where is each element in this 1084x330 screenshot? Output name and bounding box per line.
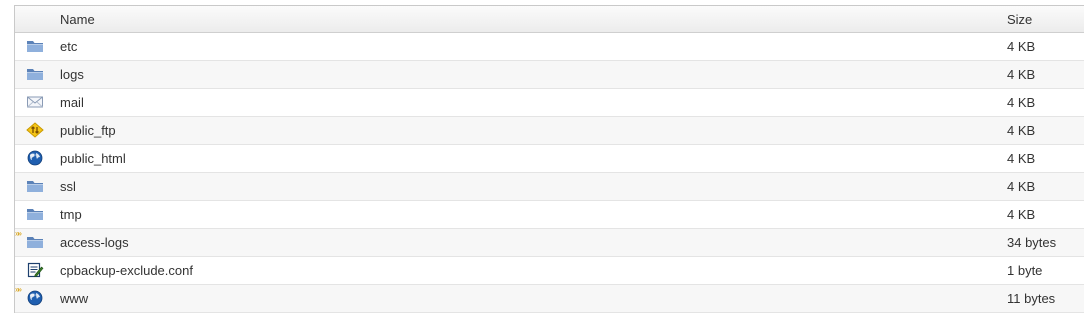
folder-icon: [26, 66, 44, 82]
table-row[interactable]: »» www 11 bytes: [15, 285, 1084, 313]
column-header-size[interactable]: Size: [1007, 12, 1032, 27]
symlink-icon: »»: [15, 285, 22, 294]
file-name[interactable]: public_html: [60, 151, 126, 166]
file-size: 34 bytes: [1007, 235, 1057, 250]
folder-icon: [26, 178, 44, 194]
folder-icon: [26, 206, 44, 222]
file-name[interactable]: public_ftp: [60, 123, 116, 138]
file-size: 4 KB: [1007, 207, 1036, 222]
file-name[interactable]: etc: [60, 39, 77, 54]
table-row[interactable]: public_ftp 4 KB: [15, 117, 1084, 145]
table-row[interactable]: mail 4 KB: [15, 89, 1084, 117]
file-name[interactable]: logs: [60, 67, 84, 82]
ftp-folder-icon: [26, 122, 44, 138]
table-row[interactable]: cpbackup-exclude.conf 1 byte: [15, 257, 1084, 285]
file-name[interactable]: www: [60, 291, 88, 306]
file-name[interactable]: ssl: [60, 179, 76, 194]
table-row[interactable]: »» access-logs 34 bytes: [15, 229, 1084, 257]
symlink-icon: »»: [15, 229, 22, 238]
folder-icon: [26, 234, 44, 250]
file-size: 4 KB: [1007, 151, 1036, 166]
file-name[interactable]: cpbackup-exclude.conf: [60, 263, 193, 278]
file-table: Name Size etc 4 KB logs 4 KB mail 4 KB publ…: [14, 5, 1084, 313]
file-name[interactable]: access-logs: [60, 235, 129, 250]
file-name[interactable]: mail: [60, 95, 84, 110]
file-size: 4 KB: [1007, 67, 1036, 82]
file-name[interactable]: tmp: [60, 207, 82, 222]
table-row[interactable]: etc 4 KB: [15, 33, 1084, 61]
file-size: 4 KB: [1007, 39, 1036, 54]
table-row[interactable]: tmp 4 KB: [15, 201, 1084, 229]
table-row[interactable]: ssl 4 KB: [15, 173, 1084, 201]
table-body: etc 4 KB logs 4 KB mail 4 KB public_ftp 4 KB…: [15, 33, 1084, 313]
table-row[interactable]: logs 4 KB: [15, 61, 1084, 89]
globe-folder-icon: [26, 290, 44, 306]
file-size: 4 KB: [1007, 179, 1036, 194]
globe-folder-icon: [26, 150, 44, 166]
mail-folder-icon: [26, 94, 44, 110]
table-header: Name Size: [15, 6, 1084, 33]
file-size: 11 bytes: [1007, 291, 1056, 306]
folder-icon: [26, 38, 44, 54]
file-size: 4 KB: [1007, 95, 1036, 110]
text-file-icon: [26, 262, 44, 278]
file-size: 1 byte: [1007, 263, 1043, 278]
column-header-name[interactable]: Name: [60, 12, 95, 27]
table-row[interactable]: public_html 4 KB: [15, 145, 1084, 173]
file-size: 4 KB: [1007, 123, 1036, 138]
